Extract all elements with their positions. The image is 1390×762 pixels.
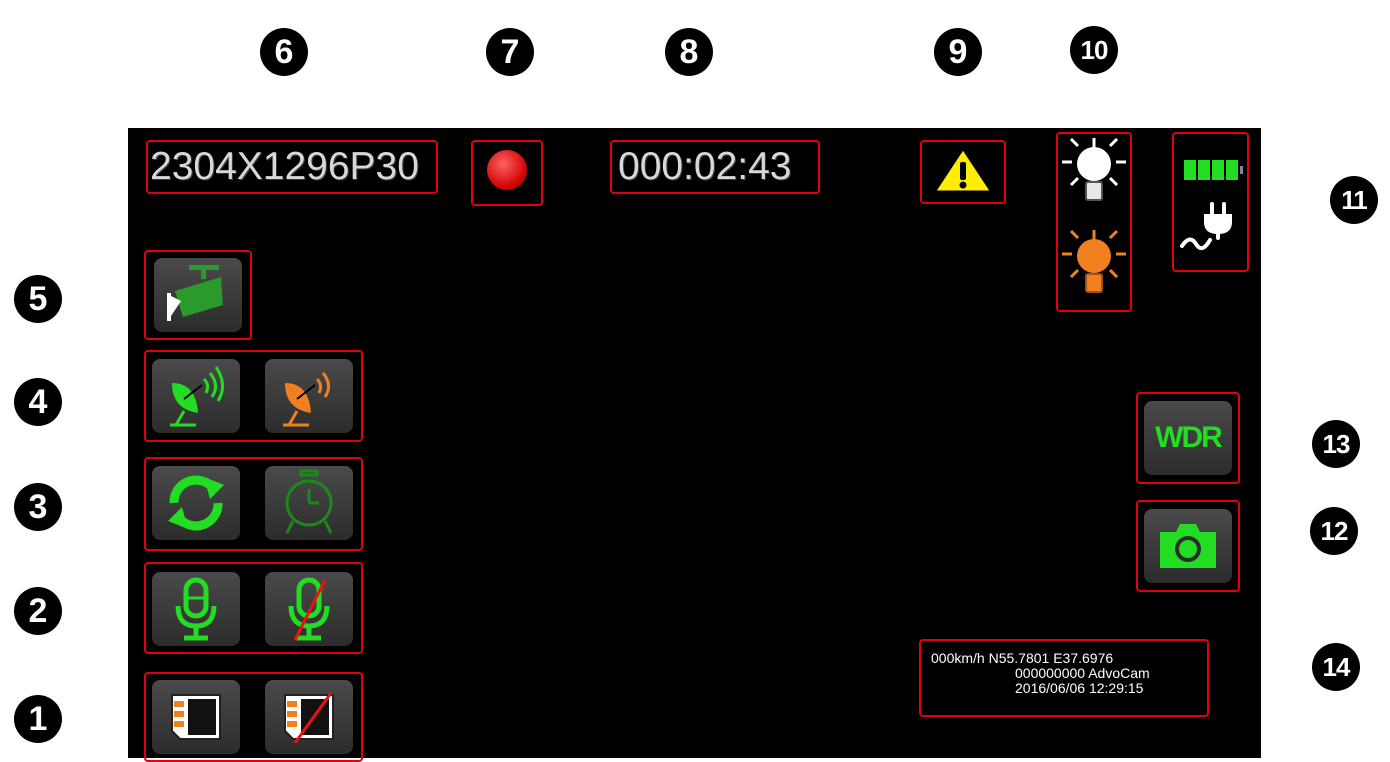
callout-12: 12: [1310, 507, 1358, 555]
sd-card-off-icon: [284, 692, 334, 743]
callout-6: 6: [260, 28, 308, 76]
alarm-clock-icon: [285, 469, 333, 534]
callout-11: 11: [1330, 176, 1378, 224]
snapshot-button[interactable]: [1144, 509, 1232, 583]
microphone-on-button[interactable]: [152, 572, 240, 646]
camera-snapshot-icon: [1160, 524, 1216, 568]
callout-13: 13: [1312, 420, 1360, 468]
resolution-text: 2304X1296P30: [150, 145, 419, 188]
sd-card-off-button[interactable]: [265, 680, 353, 754]
camera-mode-box[interactable]: [144, 250, 252, 340]
wdr-box[interactable]: WDR: [1136, 392, 1240, 484]
gps-dish-on-icon: [170, 366, 224, 427]
snapshot-box[interactable]: [1136, 500, 1240, 592]
datetime-line: 2016/06/06 12:29:15: [1015, 680, 1144, 696]
wdr-label: WDR: [1155, 421, 1223, 454]
daylight-bulb-icon: [1062, 137, 1126, 293]
callout-4: 4: [14, 378, 62, 426]
callout-1: 1: [14, 695, 62, 743]
microphone-on-icon: [175, 577, 217, 641]
device-id-line: 000000000 AdvoCam: [1015, 665, 1150, 681]
gps-on-button[interactable]: [152, 359, 240, 433]
loop-record-icon: [168, 475, 224, 531]
callout-5: 5: [14, 275, 62, 323]
callout-14: 14: [1312, 643, 1360, 691]
wdr-button[interactable]: WDR: [1144, 401, 1232, 475]
microphone-off-button[interactable]: [265, 572, 353, 646]
gps-box[interactable]: [144, 350, 363, 442]
callout-2: 2: [14, 587, 62, 635]
sd-card-button[interactable]: [152, 680, 240, 754]
microphone-box[interactable]: [144, 562, 363, 654]
callout-8: 8: [665, 28, 713, 76]
loop-record-box[interactable]: [144, 457, 363, 551]
camera-screen: 2304X1296P30 000:02:43 WDR 000km/h N55.7…: [128, 128, 1261, 762]
callout-10: 10: [1070, 26, 1118, 74]
power-status-box: [1172, 132, 1249, 272]
record-box[interactable]: [471, 140, 543, 206]
loop-record-button[interactable]: [152, 466, 240, 540]
callout-9: 9: [934, 28, 982, 76]
microphone-off-icon: [288, 577, 330, 641]
timer-text: 000:02:43: [618, 145, 792, 188]
sd-card-icon: [171, 694, 221, 740]
camera-mode-button[interactable]: [154, 258, 242, 332]
battery-full-icon: [1180, 160, 1243, 251]
record-dot-icon: [487, 150, 527, 190]
speed-gps-line: 000km/h N55.7801 E37.6976: [931, 650, 1114, 666]
surveillance-camera-icon: [167, 265, 223, 321]
sd-card-box[interactable]: [144, 672, 363, 762]
gps-dish-off-icon: [283, 372, 330, 427]
callout-7: 7: [486, 28, 534, 76]
callout-3: 3: [14, 483, 62, 531]
info-box: 000km/h N55.7801 E37.6976 000000000 Advo…: [919, 639, 1209, 717]
light-mode-box[interactable]: [1056, 132, 1132, 312]
gps-off-button[interactable]: [265, 359, 353, 433]
warning-box: [920, 140, 1006, 204]
timer-button[interactable]: [265, 466, 353, 540]
warning-triangle-icon: [931, 145, 995, 194]
